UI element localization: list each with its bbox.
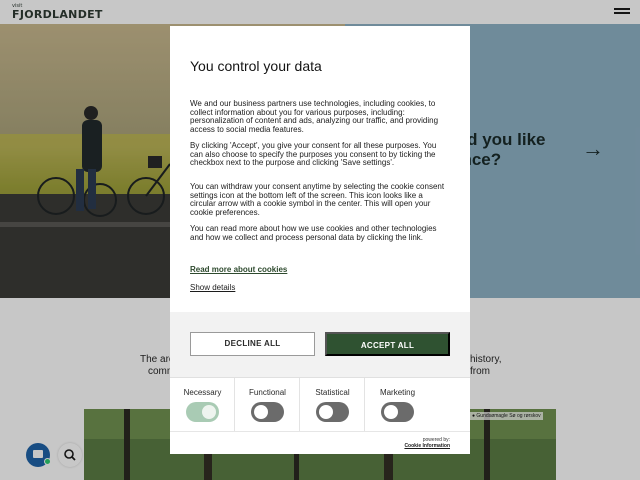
read-more-cookies-link[interactable]: Read more about cookies — [190, 265, 287, 274]
consent-text-panel[interactable]: You control your data We and our busines… — [170, 26, 470, 312]
consent-paragraph-2: By clicking 'Accept', you give your cons… — [190, 141, 437, 168]
category-marketing-label: Marketing — [379, 388, 416, 397]
functional-toggle[interactable] — [251, 402, 284, 422]
category-necessary-label: Necessary — [183, 388, 222, 397]
statistical-toggle[interactable] — [316, 402, 349, 422]
necessary-toggle[interactable] — [186, 402, 219, 422]
powered-by-footer: powered by: Cookie Information — [170, 431, 470, 454]
accept-all-button[interactable]: ACCEPT ALL — [325, 332, 450, 356]
category-marketing: Marketing — [365, 378, 430, 432]
category-functional-label: Functional — [249, 388, 286, 397]
cookie-information-link[interactable]: Cookie Information — [404, 443, 450, 449]
category-functional: Functional — [235, 378, 300, 432]
consent-paragraph-4: You can read more about how we use cooki… — [190, 224, 437, 242]
consent-category-toggles: Necessary Functional Statistical Marketi… — [170, 377, 470, 432]
category-statistical-label: Statistical — [315, 388, 350, 397]
consent-paragraph-1: We and our business partners use technol… — [190, 99, 439, 134]
consent-title: You control your data — [190, 58, 322, 74]
consent-paragraph-3: You can withdraw your consent anytime by… — [190, 182, 445, 217]
category-necessary: Necessary — [170, 378, 235, 432]
show-details-link[interactable]: Show details — [190, 283, 235, 292]
marketing-toggle[interactable] — [381, 402, 414, 422]
decline-all-button[interactable]: DECLINE ALL — [190, 332, 315, 356]
cookie-consent-dialog: You control your data We and our busines… — [170, 26, 470, 454]
category-statistical: Statistical — [300, 378, 365, 432]
